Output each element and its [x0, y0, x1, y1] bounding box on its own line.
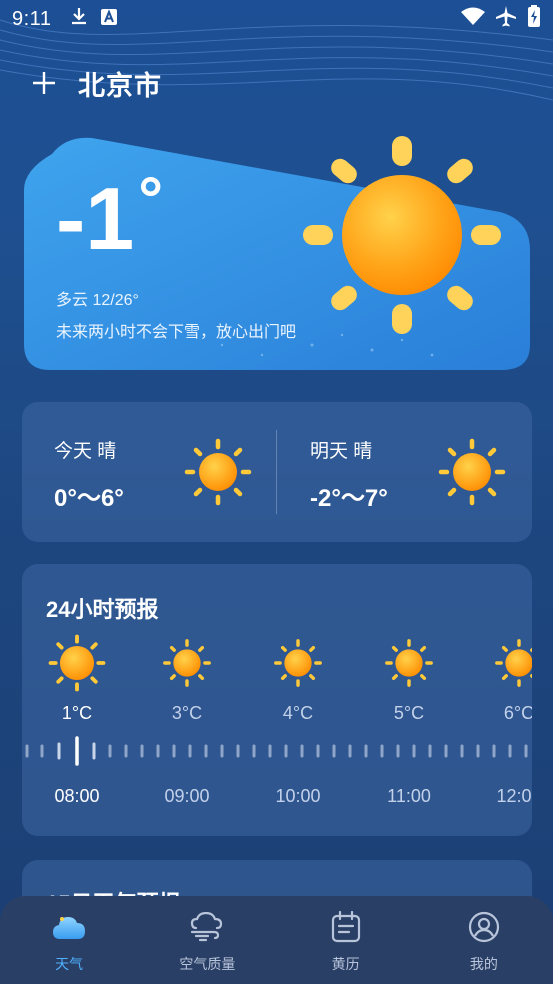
hour-item[interactable]: 6°C 12:00: [474, 634, 532, 806]
sun-icon: [438, 438, 506, 506]
hour-temp: 1°C: [61, 703, 93, 723]
hour-temp: 6°C: [503, 703, 532, 723]
header: 北京市: [32, 64, 162, 103]
tab-almanac-label: 黄历: [331, 956, 360, 972]
wifi-icon: [461, 7, 485, 31]
battery-icon: [527, 5, 541, 33]
today-forecast[interactable]: 今天 晴 0°～6°: [54, 402, 274, 542]
tab-weather[interactable]: 天气: [0, 896, 138, 984]
today-range: 0°～6°: [54, 485, 124, 512]
tab-weather-label: 天气: [55, 956, 84, 972]
hour-temp: 3°C: [171, 703, 203, 723]
tab-air-quality[interactable]: 空气质量: [138, 896, 276, 984]
airplane-icon: [495, 5, 517, 33]
city-name[interactable]: 北京市: [78, 64, 162, 103]
hour-item[interactable]: 4°C 10:00: [253, 634, 343, 806]
tomorrow-forecast[interactable]: 明天 晴 -2°～7°: [310, 402, 530, 542]
tomorrow-label: 明天 晴: [310, 441, 373, 462]
current-condition: 多云 12/26°: [56, 292, 139, 309]
plus-icon[interactable]: [32, 67, 56, 101]
divider: [276, 430, 277, 514]
hour-item[interactable]: 5°C 11:00: [364, 634, 454, 806]
sun-icon: [385, 639, 433, 687]
today-label: 今天 晴: [54, 441, 117, 462]
sun-icon: [184, 438, 252, 506]
sun-icon: [163, 639, 211, 687]
tab-air-quality-label: 空气质量: [179, 956, 236, 972]
hour-time: 12:00: [496, 786, 532, 806]
user-icon: [468, 910, 500, 944]
status-bar: 9:11: [0, 0, 553, 38]
sun-icon: [48, 634, 106, 692]
hour-time: 09:00: [164, 786, 210, 806]
tomorrow-range: -2°～7°: [310, 485, 388, 512]
hour-item[interactable]: 3°C 09:00: [142, 634, 232, 806]
hour-time: 10:00: [275, 786, 321, 806]
wind-cloud-icon: [190, 910, 224, 944]
cloud-icon: [52, 910, 86, 944]
hourly-slider-ticks[interactable]: [22, 736, 532, 766]
sun-icon: [495, 639, 532, 687]
hour-time: 11:00: [387, 786, 431, 806]
hour-temp: 5°C: [393, 703, 425, 723]
daily-summary-card: 今天 晴 0°～6° 明天 晴 -2°～7°: [22, 402, 532, 542]
text-a-icon: [101, 8, 118, 31]
calendar-icon: [331, 910, 361, 944]
weather-tip: 未来两小时不会下雪，放心出门吧: [56, 324, 297, 341]
download-icon: [71, 7, 87, 31]
status-time: 9:11: [12, 7, 52, 30]
hour-temp: 4°C: [282, 703, 314, 723]
tab-almanac[interactable]: 黄历: [277, 896, 415, 984]
sun-icon: [303, 136, 501, 334]
hourly-title: 24小时预报: [46, 597, 159, 622]
tab-profile-label: 我的: [469, 956, 498, 972]
hour-item[interactable]: 1°C 08:00: [32, 634, 122, 806]
sun-icon: [274, 639, 322, 687]
hourly-forecast-card[interactable]: 24小时预报 1°C 08:00 3°C 09:00 4°C 10:00 5°C…: [22, 564, 532, 836]
bottom-tab-bar: 天气 空气质量 黄历 我的: [0, 896, 553, 984]
current-temperature: -1°: [56, 165, 164, 268]
tab-profile[interactable]: 我的: [415, 896, 553, 984]
hour-time: 08:00: [54, 786, 100, 806]
